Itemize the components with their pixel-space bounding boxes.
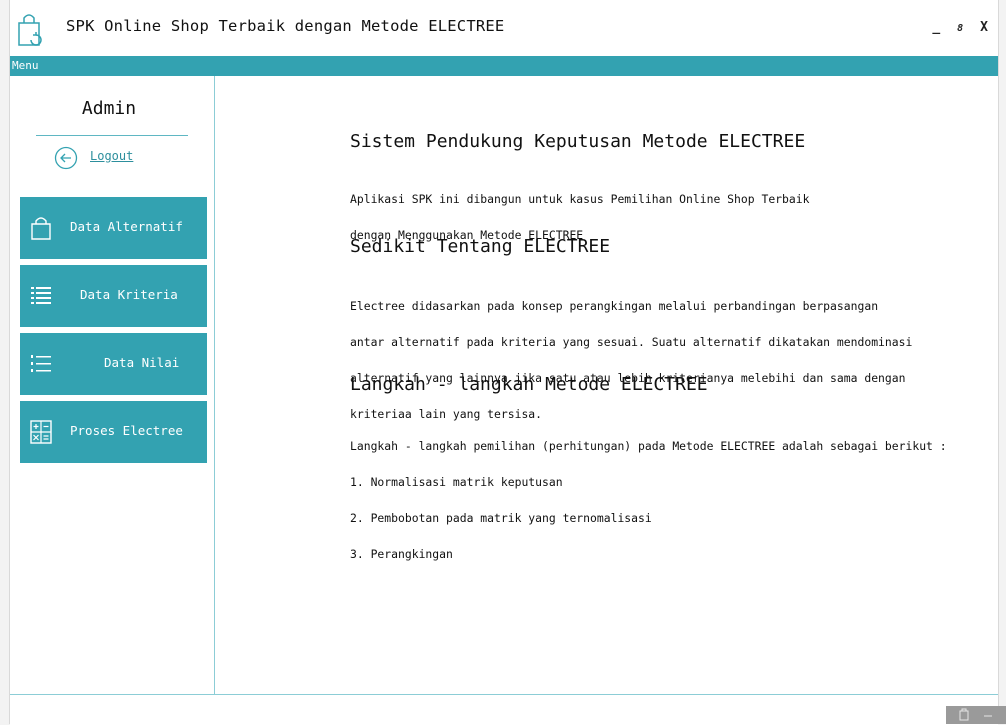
window-title: SPK Online Shop Terbaik dengan Metode EL… [66, 17, 505, 35]
admin-name: Admin [81, 98, 137, 119]
admin-divider [36, 135, 188, 136]
shopping-bag-icon [18, 14, 42, 46]
section-heading-electree: Sedikit Tentang ELECTREE [350, 236, 611, 257]
sidebar-item-proses-electree[interactable]: Proses Electree [20, 401, 207, 463]
main-content: Sistem Pendukung Keputusan Metode ELECTR… [215, 76, 998, 694]
sidebar-item-label: Proses Electree [70, 423, 183, 438]
sidebar: Admin Logout Data Alternatif Data Kriter… [10, 76, 215, 694]
section-heading-langkah: Langkah - langkah Metode ELECTREE [350, 374, 708, 395]
numbered-list-icon [31, 355, 51, 372]
text-line: 3. Perangkingan [350, 547, 453, 561]
text-line: antar alternatif pada kriteria yang sesu… [350, 335, 913, 349]
shopping-bag-icon [31, 217, 51, 240]
restore-button[interactable]: 8 [952, 23, 968, 34]
sidebar-item-label: Data Nilai [104, 355, 180, 370]
logout-label[interactable]: Logout [90, 149, 133, 163]
taskbar-corner [946, 706, 1006, 724]
text-line: Langkah - langkah pemilihan (perhitungan… [350, 439, 947, 453]
menu-label[interactable]: Menu [12, 59, 39, 72]
calculator-icon [30, 420, 52, 444]
text-line: 2. Pembobotan pada matrik yang ternomali… [350, 511, 652, 525]
sidebar-item-label: Data Alternatif [70, 219, 183, 234]
text-line: Electree didasarkan pada konsep perangki… [350, 299, 879, 313]
text-line: 1. Normalisasi matrik keputusan [350, 475, 563, 489]
section-heading-spk: Sistem Pendukung Keputusan Metode ELECTR… [350, 131, 806, 152]
close-button[interactable]: X [976, 20, 992, 35]
status-bar [10, 694, 998, 725]
app-window: SPK Online Shop Terbaik dengan Metode EL… [9, 0, 999, 725]
taskbar-icons [959, 708, 992, 721]
section-text-langkah: Langkah - langkah pemilihan (perhitungan… [350, 416, 947, 584]
menu-bar: Menu [10, 56, 998, 76]
list-icon [31, 287, 51, 304]
sidebar-item-data-alternatif[interactable]: Data Alternatif [20, 197, 207, 259]
window-controls: _ 8 X [928, 20, 992, 35]
text-line: Aplikasi SPK ini dibangun untuk kasus Pe… [350, 192, 810, 206]
title-bar[interactable]: SPK Online Shop Terbaik dengan Metode EL… [10, 0, 998, 56]
back-arrow-icon [54, 146, 78, 170]
sidebar-item-data-nilai[interactable]: Data Nilai [20, 333, 207, 395]
sidebar-item-data-kriteria[interactable]: Data Kriteria [20, 265, 207, 327]
minimize-button[interactable]: _ [928, 20, 944, 35]
sidebar-item-label: Data Kriteria [80, 287, 178, 302]
